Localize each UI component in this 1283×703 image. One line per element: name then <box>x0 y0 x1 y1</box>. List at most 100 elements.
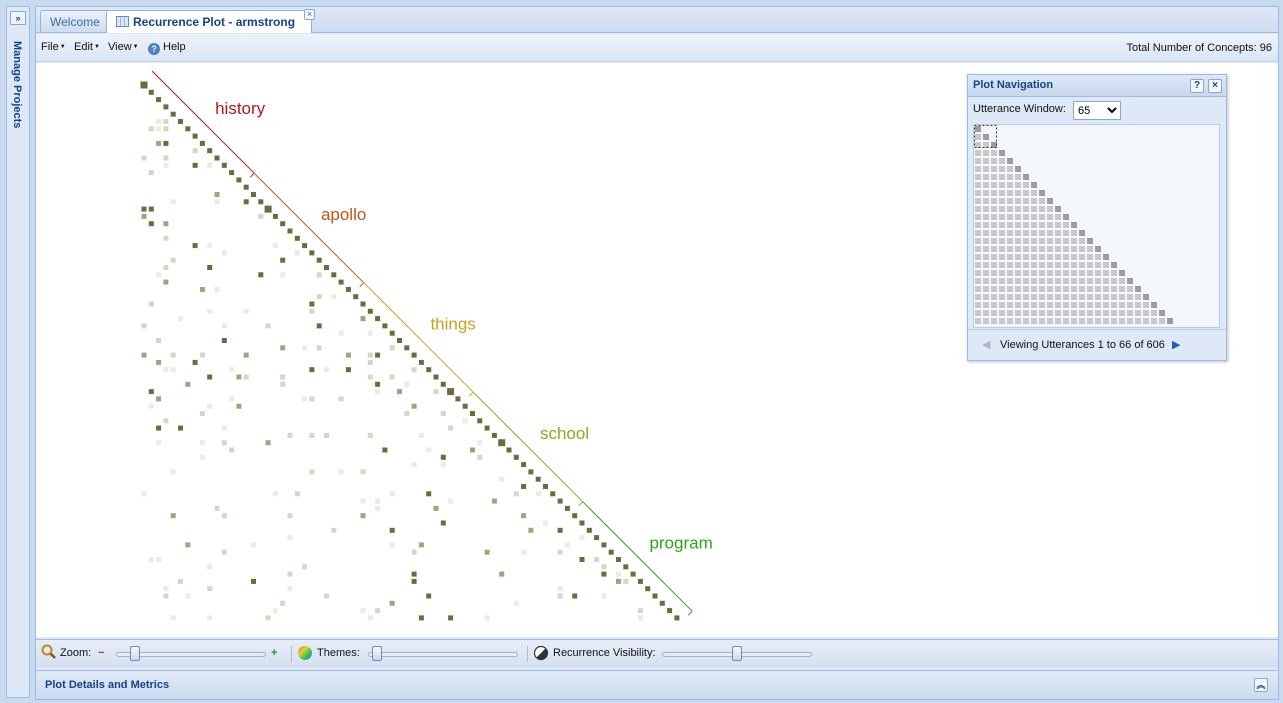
diagonal-cell <box>601 542 607 548</box>
recurrence-cell <box>207 243 213 249</box>
overview-cell <box>1007 310 1013 316</box>
overview-cell <box>983 198 989 204</box>
tab-welcome[interactable]: Welcome <box>40 10 110 32</box>
divider <box>291 646 292 662</box>
recurrence-cell <box>207 564 213 570</box>
menu-file-label: File <box>41 41 59 53</box>
overview-cell <box>1047 206 1053 212</box>
overview-cell <box>1023 222 1029 228</box>
recurrence-cell <box>302 396 308 402</box>
overview-cell <box>1007 222 1013 228</box>
recurrence-cell <box>185 381 191 387</box>
recurrence-cell <box>579 557 585 562</box>
next-arrow-icon[interactable]: ▶ <box>1172 338 1180 351</box>
double-chevron-up-icon[interactable]: ︽ <box>1254 678 1268 692</box>
overview-cell <box>975 126 981 132</box>
zoom-out-icon[interactable]: − <box>98 647 104 659</box>
overview-cell <box>1079 262 1085 268</box>
overview-cell <box>1031 302 1037 308</box>
recurrence-cell <box>367 374 373 380</box>
overview-cell <box>975 182 981 188</box>
menu-help[interactable]: ? Help <box>148 41 186 55</box>
diagonal-cell <box>148 89 154 95</box>
diagonal-cell <box>163 104 169 110</box>
recurrence-cell <box>411 571 417 577</box>
recurrence-cell <box>426 447 432 453</box>
overview-cell <box>1023 302 1029 308</box>
overview-cell <box>1111 294 1117 300</box>
magnifier-icon <box>41 644 57 663</box>
overview-cell <box>1015 246 1021 252</box>
overview-cell <box>1055 222 1061 228</box>
recurrence-cell <box>404 411 410 416</box>
tab-recurrence-plot[interactable]: Recurrence Plot - armstrong × <box>106 9 316 33</box>
recurrence-cell <box>389 345 395 351</box>
zoom-in-icon[interactable]: + <box>271 647 277 659</box>
recurrence-cell <box>484 615 490 621</box>
overview-cell <box>1071 302 1077 308</box>
themes-slider-thumb[interactable] <box>372 646 383 661</box>
menu-view[interactable]: View▼ <box>108 41 139 53</box>
diagonal-cell <box>477 418 483 424</box>
expand-panel-icon[interactable]: » <box>10 11 26 25</box>
zoom-slider-thumb[interactable] <box>130 646 140 661</box>
overview-cell <box>1023 230 1029 236</box>
diagonal-cell <box>630 571 636 577</box>
recurrence-cell <box>229 447 235 453</box>
diagonal-cell <box>608 549 614 555</box>
recurrence-cell <box>170 513 176 519</box>
recurrence-cell <box>141 213 147 219</box>
overview-cell <box>1015 182 1021 188</box>
diagonal-cell <box>667 608 673 614</box>
recurrence-cell <box>287 432 293 438</box>
recurrence-cell <box>448 615 454 621</box>
overview-cell <box>1127 310 1133 316</box>
plot-details-panel[interactable]: Plot Details and Metrics ︽ <box>36 670 1278 699</box>
topic-segment-tick <box>468 391 474 397</box>
menu-file[interactable]: File▼ <box>41 41 66 53</box>
previous-arrow-icon[interactable]: ◀ <box>982 338 990 351</box>
recurrence-cell <box>221 323 227 329</box>
overview-cell <box>1031 262 1037 268</box>
overview-cell <box>1063 254 1069 260</box>
recurrence-cell <box>207 162 213 168</box>
menu-edit[interactable]: Edit▼ <box>74 41 100 53</box>
overview-cell <box>1095 270 1101 276</box>
close-icon[interactable]: × <box>1208 79 1222 93</box>
overview-map[interactable] <box>974 125 1219 327</box>
overview-cell <box>1039 310 1045 316</box>
overview-cell <box>1039 206 1045 212</box>
recurrence-cell <box>309 308 315 314</box>
color-wheel-icon <box>297 645 313 664</box>
overview-cell <box>1071 310 1077 316</box>
overview-cell <box>983 166 989 172</box>
overview-cell <box>1007 198 1013 204</box>
recurrence-cell <box>170 257 176 263</box>
themes-slider-track[interactable] <box>368 652 518 657</box>
overview-cell <box>999 190 1005 196</box>
overview-cell <box>1143 294 1149 300</box>
overview-cell <box>1023 246 1029 252</box>
overview-cell <box>1095 262 1101 268</box>
recurrence-cell <box>411 578 417 584</box>
recurrence-cell <box>170 367 176 373</box>
recurrence-cell <box>557 586 563 592</box>
overview-cell <box>1103 270 1109 276</box>
overview-cell <box>1151 302 1157 308</box>
recurrence-cell <box>265 323 271 329</box>
recurrence-cell <box>199 411 205 416</box>
diagonal-cell <box>382 323 388 329</box>
recurrence-cell <box>389 491 395 497</box>
visibility-slider-thumb[interactable] <box>732 646 742 661</box>
diagonal-cell <box>345 286 351 292</box>
overview-cell <box>1079 270 1085 276</box>
close-tab-icon[interactable]: × <box>304 9 316 20</box>
manage-projects-panel[interactable]: » Manage Projects <box>6 6 30 698</box>
diagonal-cell <box>367 308 373 314</box>
overview-cell <box>1007 302 1013 308</box>
plot-overview[interactable] <box>973 124 1220 328</box>
utterance-window-select[interactable]: 65 <box>1073 101 1121 120</box>
recurrence-plot-canvas[interactable]: history apollo things school program Plot Na… <box>36 63 1278 637</box>
recurrence-cell <box>375 352 381 358</box>
question-icon[interactable]: ? <box>1190 79 1204 93</box>
